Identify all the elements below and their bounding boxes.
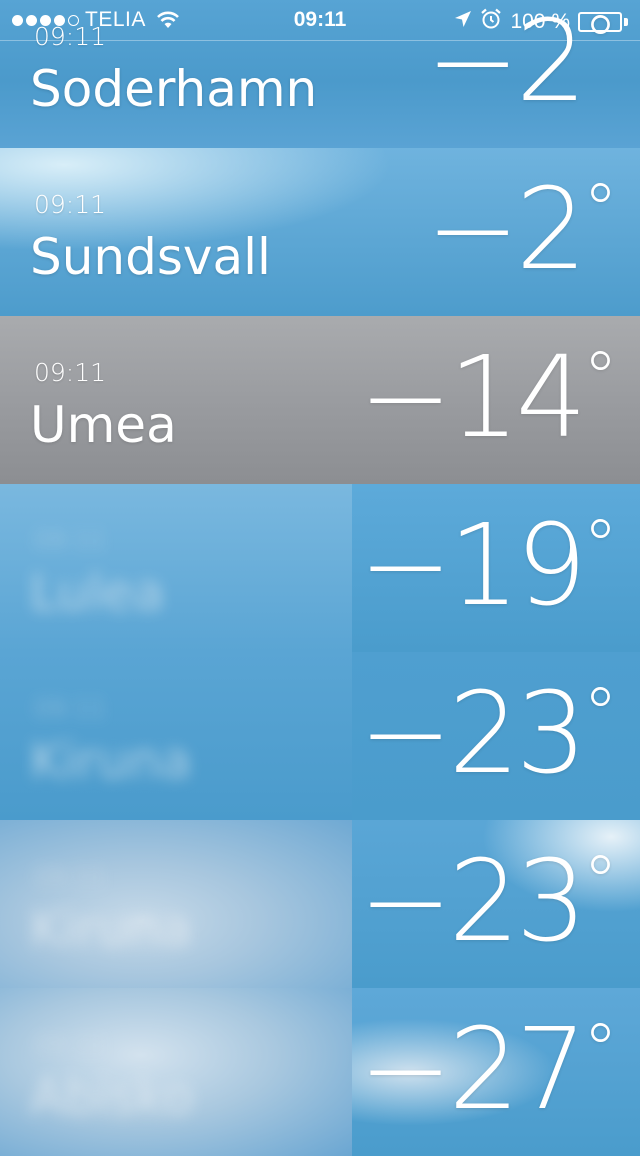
alarm-icon	[480, 8, 502, 36]
city-time: 09:11	[34, 526, 107, 555]
status-right: 100 %	[454, 8, 628, 36]
city-row-sundsvall[interactable]: 09:11 Sundsvall −2°	[0, 148, 640, 316]
status-bar: TELIA 09:11 100 %	[0, 0, 640, 41]
city-row-umea[interactable]: 09:11 Umea −14°	[0, 316, 640, 484]
city-time: 09:11	[34, 1030, 107, 1059]
city-row-4[interactable]: 09:11 Lulea −19°	[0, 484, 640, 652]
battery-icon	[578, 12, 628, 32]
city-row-5[interactable]: 09:11 Kiruna −23°	[0, 652, 640, 820]
city-row-7[interactable]: 09:11 Abisko −27°	[0, 988, 640, 1156]
city-temperature: −23°	[358, 669, 618, 799]
city-name: Umea	[30, 396, 177, 454]
location-arrow-icon	[454, 10, 472, 34]
city-temperature: −2°	[425, 165, 618, 295]
city-temperature: −19°	[358, 501, 618, 631]
city-name: Kiruna	[30, 732, 192, 790]
city-name: Sundsvall	[30, 228, 271, 286]
city-name: Kiruna	[30, 900, 192, 958]
city-row-6[interactable]: 09:11 Kiruna −23°	[0, 820, 640, 988]
city-temperature: −14°	[358, 333, 618, 463]
city-time: 09:11	[34, 862, 107, 891]
city-time: 09:11	[34, 190, 107, 219]
city-name: Soderhamn	[30, 60, 318, 118]
battery-percentage: 100 %	[510, 10, 570, 33]
city-list: 09:11 Soderhamn −2° 09:11 Sundsvall −2° …	[0, 0, 640, 1156]
city-time: 09:11	[34, 358, 107, 387]
city-name: Lulea	[30, 564, 164, 622]
city-name: Abisko	[30, 1068, 194, 1126]
city-temperature: −27°	[358, 1005, 618, 1135]
city-temperature: −23°	[358, 837, 618, 967]
city-time: 09:11	[34, 694, 107, 723]
